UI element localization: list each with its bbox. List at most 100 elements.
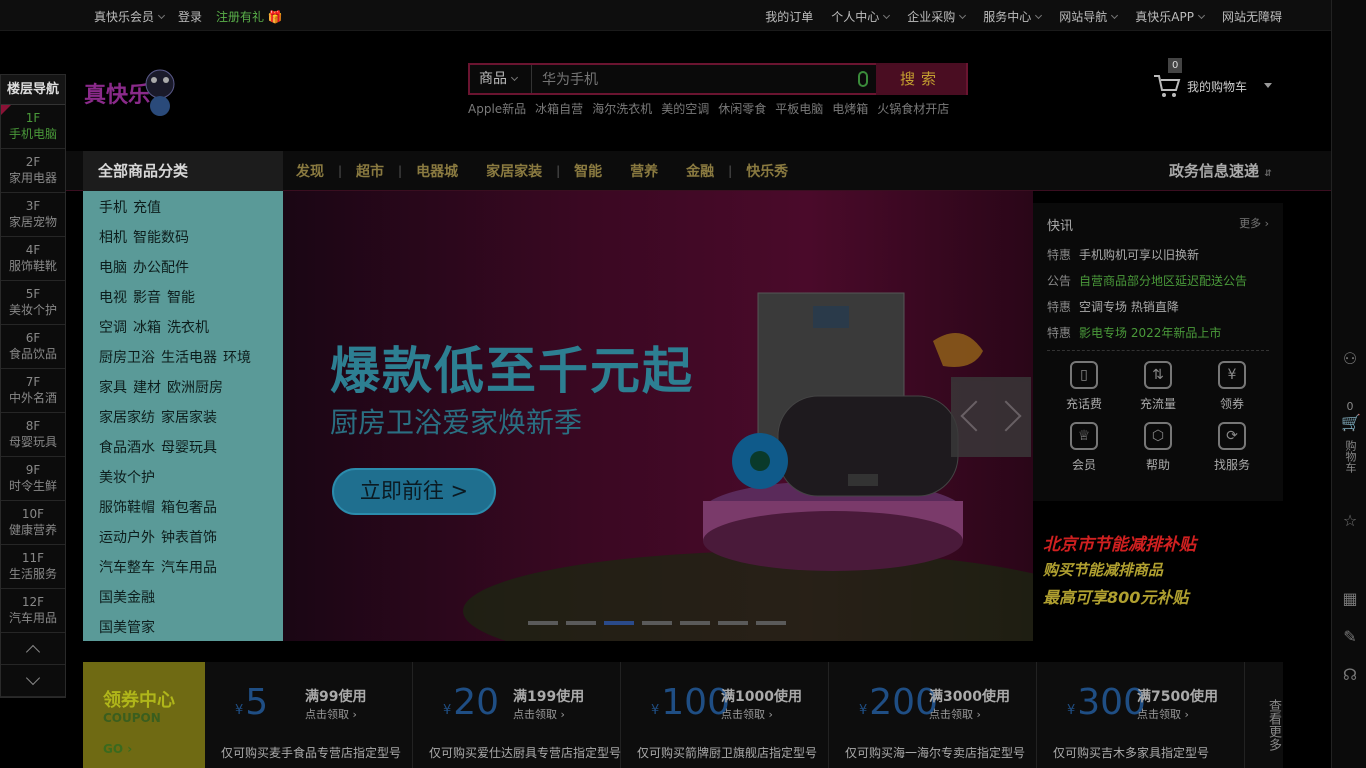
coupon-card[interactable]: ¥100 满1000使用 点击领取 › 仅可购买箭牌厨卫旗舰店指定型号	[621, 662, 829, 768]
news-item[interactable]: 特惠 手机购机可享以旧换新	[1047, 246, 1269, 262]
member-menu[interactable]: 真快乐会员	[94, 8, 166, 25]
subsidy-ad[interactable]: 北京市节能减排补贴 购买节能减排商品 最高可享800元补贴	[1033, 502, 1283, 632]
nav-link[interactable]: 营养	[616, 161, 672, 181]
coupon-claim-link[interactable]: 点击领取 ›	[929, 706, 981, 722]
news-item[interactable]: 公告 自营商品部分地区延迟配送公告	[1047, 272, 1269, 288]
nav-link[interactable]: 超市	[342, 161, 398, 181]
nav-link[interactable]: 智能	[560, 161, 616, 181]
floor-item[interactable]: 11F 生活服务	[1, 545, 65, 589]
hot-word[interactable]: Apple新品	[468, 100, 526, 117]
all-categories-button[interactable]: 全部商品分类	[83, 151, 283, 191]
hot-word[interactable]: 平板电脑	[775, 100, 823, 117]
nav-link[interactable]: 金融	[672, 161, 728, 181]
floor-down-button[interactable]	[1, 665, 65, 697]
coupon-claim-link[interactable]: 点击领取 ›	[721, 706, 773, 722]
slide-dot[interactable]	[680, 621, 710, 625]
coupon-claim-link[interactable]: 点击领取 ›	[513, 706, 565, 722]
site-logo[interactable]: 真快乐	[82, 62, 182, 120]
floor-item[interactable]: 12F 汽车用品	[1, 589, 65, 633]
coupon-claim-link[interactable]: 点击领取 ›	[305, 706, 357, 722]
category-link[interactable]: 电脑	[99, 260, 127, 276]
floor-item[interactable]: 2F 家用电器	[1, 149, 65, 193]
star-icon[interactable]: ☆	[1341, 512, 1359, 530]
topbar-link-0[interactable]: 我的订单	[765, 8, 813, 25]
hot-word[interactable]: 海尔洗衣机	[592, 100, 652, 117]
topbar-link-6[interactable]: 网站无障碍	[1222, 8, 1282, 25]
cart-icon[interactable]: 🛒	[1341, 414, 1361, 432]
nav-link[interactable]: 发现	[296, 161, 338, 181]
floor-item[interactable]: 10F 健康营养	[1, 501, 65, 545]
category-link[interactable]: 生活电器	[161, 350, 217, 366]
hot-word[interactable]: 电烤箱	[832, 100, 868, 117]
coupon-card[interactable]: ¥5 满99使用 点击领取 › 仅可购买麦手食品专营店指定型号	[205, 662, 413, 768]
banner-next-button[interactable]	[990, 377, 1031, 457]
category-link[interactable]: 箱包奢品	[161, 500, 217, 516]
quick-crown[interactable]: ♕ 会员	[1047, 422, 1121, 473]
search-button[interactable]: 搜索	[876, 63, 966, 95]
user-icon[interactable]: ⚇	[1341, 350, 1359, 368]
coupon-card[interactable]: ¥200 满3000使用 点击领取 › 仅可购买海一海尔专卖店指定型号	[829, 662, 1037, 768]
floor-item[interactable]: 1F 手机电脑	[1, 105, 65, 149]
slide-dot[interactable]	[756, 621, 786, 625]
coupon-claim-link[interactable]: 点击领取 ›	[1137, 706, 1189, 722]
quick-data-flow[interactable]: ⇅ 充流量	[1121, 361, 1195, 412]
category-link[interactable]: 汽车整车	[99, 560, 155, 576]
more-coupons-link[interactable]: 查看更多	[1245, 662, 1283, 768]
login-link[interactable]: 登录	[178, 8, 202, 25]
hot-word[interactable]: 火锅食材开店	[877, 100, 949, 117]
category-link[interactable]: 家具	[99, 380, 127, 396]
gov-news-ticker[interactable]: 政务信息速递 ⇵	[1169, 151, 1272, 191]
banner-cta-button[interactable]: 立即前往 >	[332, 468, 496, 515]
category-link[interactable]: 运动户外	[99, 530, 155, 546]
category-link[interactable]: 国美管家	[99, 620, 155, 636]
category-link[interactable]: 美妆个护	[99, 470, 155, 486]
category-link[interactable]: 手机	[99, 200, 127, 216]
slide-dot[interactable]	[604, 621, 634, 625]
hot-word[interactable]: 休闲零食	[718, 100, 766, 117]
feedback-icon[interactable]: ✎	[1341, 628, 1359, 646]
floor-item[interactable]: 5F 美妆个护	[1, 281, 65, 325]
register-link[interactable]: 注册有礼 🎁	[216, 8, 283, 25]
coupon-center-header[interactable]: 领券中心 COUPON GO ›	[83, 662, 205, 768]
coupon-card[interactable]: ¥300 满7500使用 点击领取 › 仅可购买吉木多家具指定型号	[1037, 662, 1245, 768]
qrcode-icon[interactable]: ▦	[1341, 590, 1359, 608]
floor-item[interactable]: 8F 母婴玩具	[1, 413, 65, 457]
floor-item[interactable]: 3F 家居宠物	[1, 193, 65, 237]
quick-coupon[interactable]: ¥ 领券	[1195, 361, 1269, 412]
headset-icon[interactable]: ☊	[1341, 666, 1359, 684]
slide-dot[interactable]	[642, 621, 672, 625]
sidebar-cart-label[interactable]: 购物车	[1341, 436, 1359, 476]
quick-phone[interactable]: ▯ 充话费	[1047, 361, 1121, 412]
floor-up-button[interactable]	[1, 633, 65, 665]
hot-word[interactable]: 美的空调	[661, 100, 709, 117]
search-input[interactable]	[532, 65, 882, 93]
category-link[interactable]: 空调	[99, 320, 127, 336]
news-more-link[interactable]: 更多 ›	[1239, 215, 1269, 234]
category-link[interactable]: 相机	[99, 230, 127, 246]
category-link[interactable]: 智能	[167, 290, 195, 306]
topbar-link-3[interactable]: 服务中心	[983, 8, 1043, 25]
category-link[interactable]: 影音	[133, 290, 161, 306]
quick-help[interactable]: ⬡ 帮助	[1121, 422, 1195, 473]
nav-link[interactable]: 家居家装	[472, 161, 556, 181]
category-link[interactable]: 智能数码	[133, 230, 189, 246]
slide-dot[interactable]	[528, 621, 558, 625]
quick-service[interactable]: ⟳ 找服务	[1195, 422, 1269, 473]
category-link[interactable]: 汽车用品	[161, 560, 217, 576]
category-link[interactable]: 家居家装	[161, 410, 217, 426]
hero-banner[interactable]: 爆款低至千元起 厨房卫浴爱家焕新季 立即前往 >	[283, 191, 1033, 641]
category-link[interactable]: 冰箱	[133, 320, 161, 336]
category-link[interactable]: 建材	[133, 380, 161, 396]
category-link[interactable]: 洗衣机	[167, 320, 209, 336]
category-link[interactable]: 充值	[133, 200, 161, 216]
news-item[interactable]: 特惠 空调专场 热销直降	[1047, 298, 1269, 314]
banner-prev-button[interactable]	[951, 377, 992, 457]
category-link[interactable]: 食品酒水	[99, 440, 155, 456]
category-link[interactable]: 办公配件	[133, 260, 189, 276]
coupon-card[interactable]: ¥20 满199使用 点击领取 › 仅可购买爱仕达厨具专营店指定型号	[413, 662, 621, 768]
floor-item[interactable]: 4F 服饰鞋靴	[1, 237, 65, 281]
cart-button[interactable]: 0 我的购物车	[1150, 58, 1280, 102]
floor-item[interactable]: 9F 时令生鲜	[1, 457, 65, 501]
nav-link[interactable]: 电器城	[402, 161, 472, 181]
slide-dot[interactable]	[718, 621, 748, 625]
